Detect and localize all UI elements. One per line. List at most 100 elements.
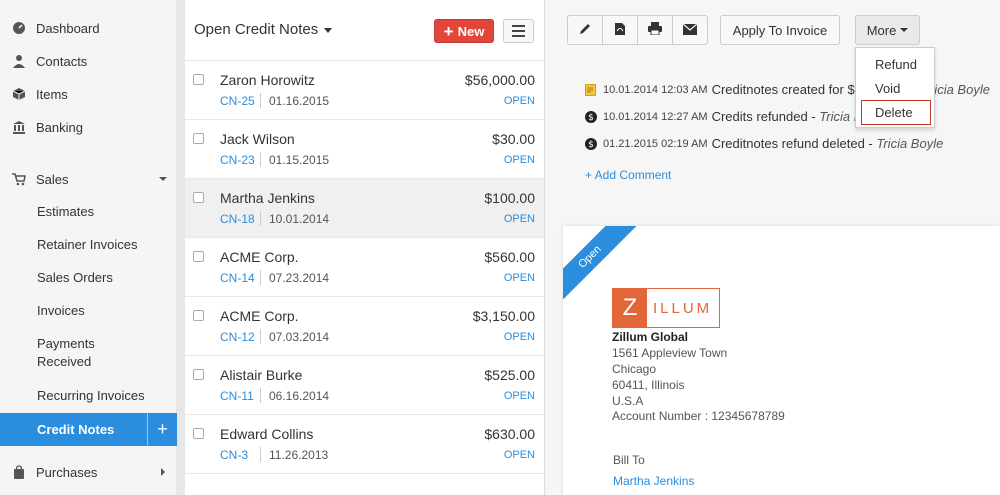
sidebar-item-label: Sales: [36, 171, 69, 187]
note-icon: [585, 83, 597, 96]
credit-note-row[interactable]: Martha Jenkins CN-18 10.01.2014 $100.00 OPEN: [185, 179, 544, 238]
customer-name: ACME Corp.: [220, 308, 299, 324]
sidebar-item-contacts[interactable]: Contacts: [0, 51, 177, 71]
more-button[interactable]: More: [855, 15, 920, 45]
sidebar-subitem-sales-orders[interactable]: Sales Orders: [0, 269, 177, 287]
add-comment-link[interactable]: + Add Comment: [585, 168, 671, 182]
status-badge: OPEN: [503, 213, 535, 225]
credit-note-amount: $560.00: [484, 249, 535, 265]
chevron-down-icon: [159, 177, 167, 181]
row-checkbox[interactable]: [193, 251, 204, 262]
customer-name: Zaron Horowitz: [220, 72, 315, 88]
bank-icon: [12, 120, 26, 134]
org-address-line: U.S.A: [612, 394, 644, 408]
activity-time: 01.21.2015 02:19 AM: [603, 137, 708, 150]
credit-note-detail-panel: Apply To Invoice More 10.01.2014 12:03 A…: [545, 0, 1000, 495]
credit-notes-list-panel: Open Credit Notes + New Zaron Horowitz CN…: [185, 0, 545, 495]
customer-name: Edward Collins: [220, 426, 314, 442]
status-badge: OPEN: [503, 449, 535, 461]
credit-note-date: 01.16.2015: [269, 94, 330, 108]
credit-note-number[interactable]: CN-3: [220, 448, 248, 462]
sidebar-item-sales[interactable]: Sales: [0, 169, 177, 189]
email-button[interactable]: [672, 15, 708, 45]
activity-time: 10.01.2014 12:27 AM: [603, 110, 708, 123]
sidebar-subitem-invoices[interactable]: Invoices: [0, 302, 177, 320]
sidebar-item-purchases[interactable]: Purchases: [0, 462, 177, 482]
credit-note-row[interactable]: ACME Corp. CN-14 07.23.2014 $560.00 OPEN: [185, 238, 544, 297]
status-badge: OPEN: [503, 272, 535, 284]
sidebar-item-label: Purchases: [36, 464, 98, 480]
menu-item-void[interactable]: Void: [875, 81, 900, 96]
credit-note-row[interactable]: ACME Corp. CN-12 07.03.2014 $3,150.00 OPEN: [185, 297, 544, 356]
row-checkbox[interactable]: [193, 369, 204, 380]
row-checkbox[interactable]: [193, 192, 204, 203]
more-dropdown-menu: Refund Void Delete: [855, 47, 935, 128]
divider: [260, 152, 261, 167]
credit-note-number[interactable]: CN-23: [220, 153, 255, 167]
svg-text:$: $: [588, 140, 594, 150]
credit-note-date: 07.23.2014: [269, 271, 330, 285]
row-checkbox[interactable]: [193, 310, 204, 321]
org-account-number: Account Number : 12345678789: [612, 409, 785, 423]
divider: [260, 329, 261, 344]
plus-icon: +: [443, 21, 454, 41]
sidebar-subitem-credit-notes[interactable]: Credit Notes +: [0, 413, 177, 446]
credit-note-row[interactable]: Alistair Burke CN-11 06.16.2014 $525.00 OPEN: [185, 356, 544, 415]
sidebar-item-label: Items: [36, 86, 68, 102]
apply-to-invoice-button[interactable]: Apply To Invoice: [720, 15, 840, 45]
credit-note-number[interactable]: CN-18: [220, 212, 255, 226]
chevron-down-icon: [324, 27, 333, 33]
credit-note-row[interactable]: Zaron Horowitz CN-25 01.16.2015 $56,000.00 O…: [185, 61, 544, 120]
new-credit-note-button[interactable]: + New: [434, 19, 494, 43]
edit-button[interactable]: [567, 15, 603, 45]
credit-note-number[interactable]: CN-25: [220, 94, 255, 108]
credit-note-amount: $100.00: [484, 190, 535, 206]
pencil-icon: [579, 22, 592, 38]
sidebar-subitem-estimates[interactable]: Estimates: [0, 203, 177, 221]
credit-note-number[interactable]: CN-12: [220, 330, 255, 344]
list-menu-button[interactable]: [503, 19, 534, 43]
menu-item-delete[interactable]: Delete: [875, 105, 913, 120]
add-credit-note-button[interactable]: +: [147, 413, 177, 446]
pdf-button[interactable]: [602, 15, 638, 45]
activity-item: $ 10.01.2014 12:27 AM Credits refunded -…: [585, 109, 886, 124]
customer-name: Jack Wilson: [220, 131, 295, 147]
activity-user: Tricia Boyle: [876, 136, 944, 151]
print-button[interactable]: [637, 15, 673, 45]
sidebar-item-items[interactable]: Items: [0, 84, 177, 104]
more-button-label: More: [866, 22, 897, 38]
hamburger-icon: [512, 25, 525, 27]
credit-note-document: Open Z ILLUM Zillum Global 1561 Applevie…: [563, 226, 1000, 495]
customer-name: Alistair Burke: [220, 367, 303, 383]
status-badge: OPEN: [503, 390, 535, 402]
customer-name: Martha Jenkins: [220, 190, 315, 206]
list-title: Open Credit Notes: [194, 21, 319, 38]
credit-note-row[interactable]: Edward Collins CN-3 11.26.2013 $630.00 OPEN: [185, 415, 544, 474]
credit-note-date: 06.16.2014: [269, 389, 330, 403]
list-header: Open Credit Notes + New: [185, 0, 544, 61]
credit-note-number[interactable]: CN-11: [220, 389, 254, 403]
bill-to-name-link[interactable]: Martha Jenkins: [613, 474, 694, 488]
menu-item-refund[interactable]: Refund: [875, 57, 917, 72]
list-view-selector[interactable]: Open Credit Notes: [194, 21, 333, 38]
row-checkbox[interactable]: [193, 428, 204, 439]
row-checkbox[interactable]: [193, 74, 204, 85]
sidebar-item-label: Dashboard: [36, 20, 100, 36]
credit-note-row[interactable]: Jack Wilson CN-23 01.15.2015 $30.00 OPEN: [185, 120, 544, 179]
credit-note-amount: $525.00: [484, 367, 535, 383]
credit-note-number[interactable]: CN-14: [220, 271, 255, 285]
org-address-line: 1561 Appleview Town: [612, 346, 728, 360]
svg-text:$: $: [588, 113, 594, 123]
sidebar-item-dashboard[interactable]: Dashboard: [0, 18, 177, 38]
activity-time: 10.01.2014 12:03 AM: [603, 83, 708, 96]
sidebar-subitem-payments-received[interactable]: Payments Received: [0, 335, 177, 371]
org-address-line: 60411, Illinois: [612, 378, 685, 392]
credit-note-date: 01.15.2015: [269, 153, 330, 167]
sidebar-subitem-retainer-invoices[interactable]: Retainer Invoices: [0, 236, 177, 254]
cart-icon: [12, 172, 26, 186]
divider: [260, 211, 261, 226]
sidebar-item-banking[interactable]: Banking: [0, 117, 177, 137]
row-checkbox[interactable]: [193, 133, 204, 144]
sidebar-subitem-recurring-invoices[interactable]: Recurring Invoices: [0, 387, 177, 405]
customer-name: ACME Corp.: [220, 249, 299, 265]
